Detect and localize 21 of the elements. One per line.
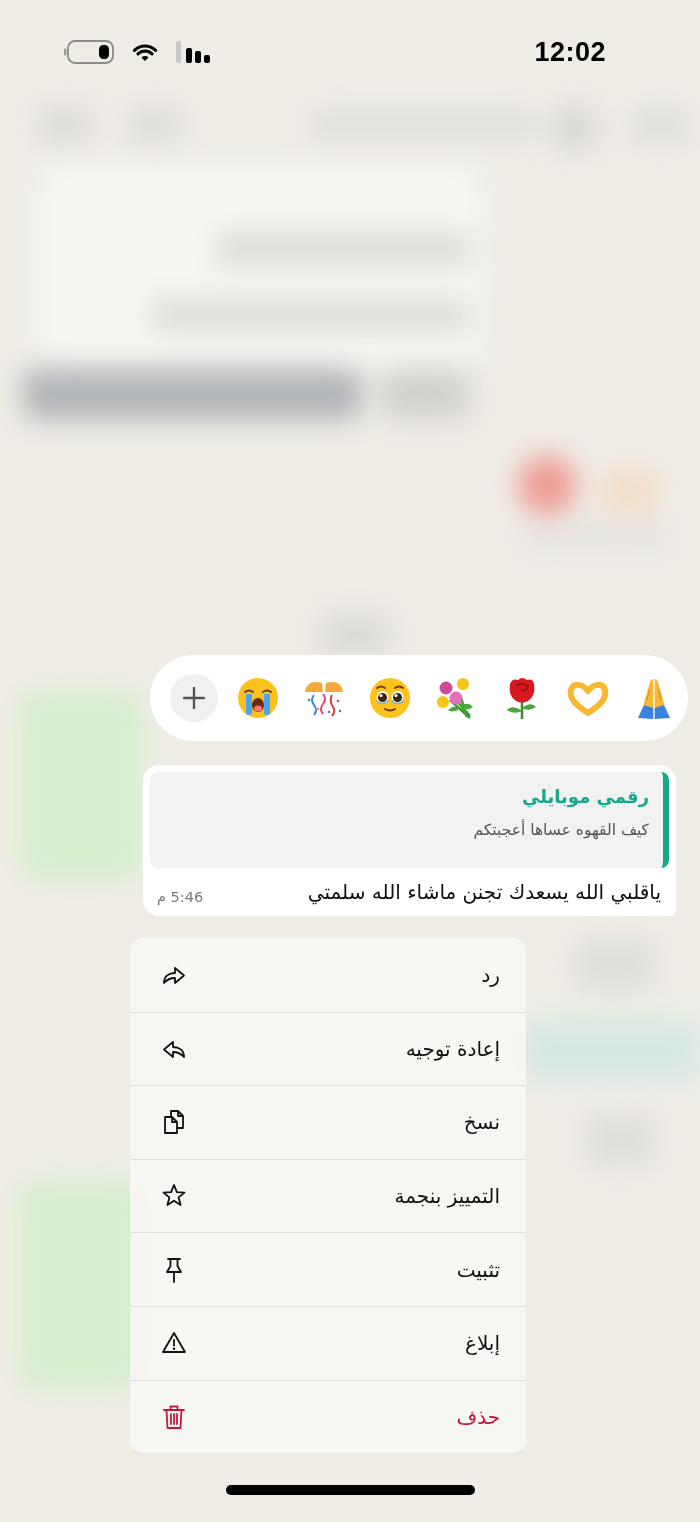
- menu-item[interactable]: حذف: [130, 1379, 526, 1454]
- menu-item[interactable]: إعادة توجيه: [130, 1011, 526, 1086]
- menu-item[interactable]: إبلاغ: [130, 1305, 526, 1380]
- message-text: ياقلبي الله يسعدك تجنن ماشاء الله سلمتي: [307, 879, 661, 907]
- menu-item[interactable]: رد: [130, 938, 526, 1012]
- crying-face-icon[interactable]: [236, 676, 280, 720]
- add-reaction-button[interactable]: [170, 674, 218, 722]
- wifi-icon: [132, 42, 158, 62]
- plus-icon: [183, 687, 205, 709]
- menu-item[interactable]: التمييز بنجمة: [130, 1158, 526, 1233]
- menu-item[interactable]: تثبيت: [130, 1232, 526, 1306]
- menu-item[interactable]: نسخ: [130, 1085, 526, 1159]
- sender-name: رقمي موبايلي: [522, 785, 649, 810]
- message-time: 5:46 م: [157, 888, 204, 907]
- pleading-face-icon[interactable]: [368, 676, 412, 720]
- status-time: 12:02: [534, 36, 606, 68]
- quoted-message[interactable]: رقمي موبايلي كيف القهوه عساها أعجبتكم: [150, 772, 669, 868]
- signal-icon: [176, 41, 212, 63]
- battery-icon: [64, 40, 114, 64]
- message-bubble[interactable]: رقمي موبايلي كيف القهوه عساها أعجبتكم ياقلبي الله يسعدك تجنن ماشاء الله سلمتي 5:46 م: [143, 765, 676, 916]
- quoted-text: كيف القهوه عساها أعجبتكم: [473, 818, 649, 842]
